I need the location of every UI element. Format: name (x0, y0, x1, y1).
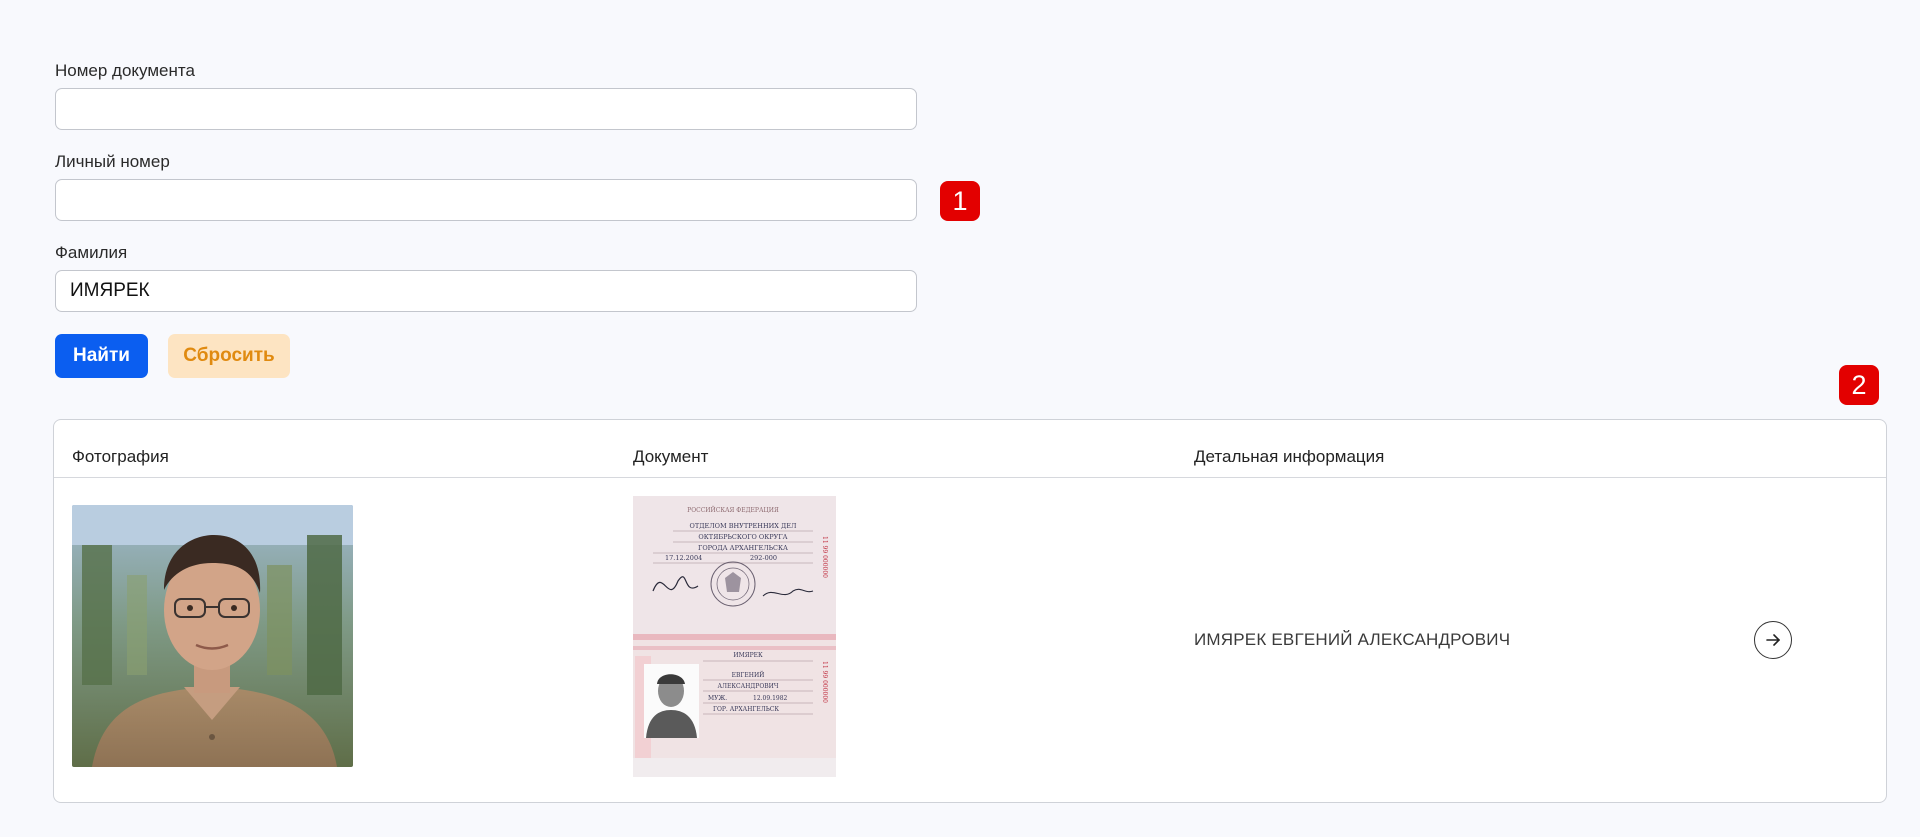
table-header-divider (54, 477, 1886, 478)
passport-scan[interactable]: РОССИЙСКАЯ ФЕДЕРАЦИЯ ОТДЕЛОМ ВНУТРЕННИХ … (633, 496, 836, 777)
passport-issuer-1: ОТДЕЛОМ ВНУТРЕННИХ ДЕЛ (690, 522, 797, 530)
personal-number-input[interactable] (55, 179, 917, 221)
column-header-details: Детальная информация (1194, 447, 1385, 466)
passport-issue-date: 17.12.2004 (665, 554, 702, 562)
column-header-photo: Фотография (72, 447, 169, 466)
svg-text:11 99 000000: 11 99 000000 (821, 661, 828, 703)
svg-text:11 99 000000: 11 99 000000 (821, 536, 828, 578)
reset-button[interactable]: Сбросить (168, 334, 290, 378)
open-details-button[interactable] (1754, 621, 1792, 659)
results-table: Фотография Документ Детальная информация (53, 419, 1887, 803)
passport-sex: МУЖ. (708, 695, 727, 702)
surname-label: Фамилия (55, 243, 128, 262)
passport-birthplace: ГОР. АРХАНГЕЛЬСК (713, 706, 779, 713)
person-photo[interactable] (72, 505, 353, 767)
passport-issuer-3: ГОРОДА АРХАНГЕЛЬСКА (698, 544, 788, 552)
column-header-document: Документ (633, 447, 709, 466)
passport-patronymic: АЛЕКСАНДРОВИЧ (717, 683, 778, 690)
doc-number-input[interactable] (55, 88, 917, 130)
doc-number-label: Номер документа (55, 61, 195, 80)
person-full-name: ИМЯРЕК ЕВГЕНИЙ АЛЕКСАНДРОВИЧ (1194, 630, 1511, 649)
annotation-badge-1: 1 (940, 181, 980, 221)
surname-input[interactable] (55, 270, 917, 312)
passport-header: РОССИЙСКАЯ ФЕДЕРАЦИЯ (687, 506, 779, 514)
passport-given-name: ЕВГЕНИЙ (732, 671, 765, 679)
passport-surname: ИМЯРЕК (733, 652, 763, 659)
find-button[interactable]: Найти (55, 334, 148, 378)
arrow-right-icon (1766, 634, 1780, 646)
passport-code: 292-000 (750, 554, 777, 562)
passport-issuer-2: ОКТЯБРЬСКОГО ОКРУГА (698, 533, 787, 541)
personal-number-label: Личный номер (55, 152, 170, 171)
annotation-badge-2: 2 (1839, 365, 1879, 405)
passport-birth-date: 12.09.1982 (753, 695, 788, 702)
